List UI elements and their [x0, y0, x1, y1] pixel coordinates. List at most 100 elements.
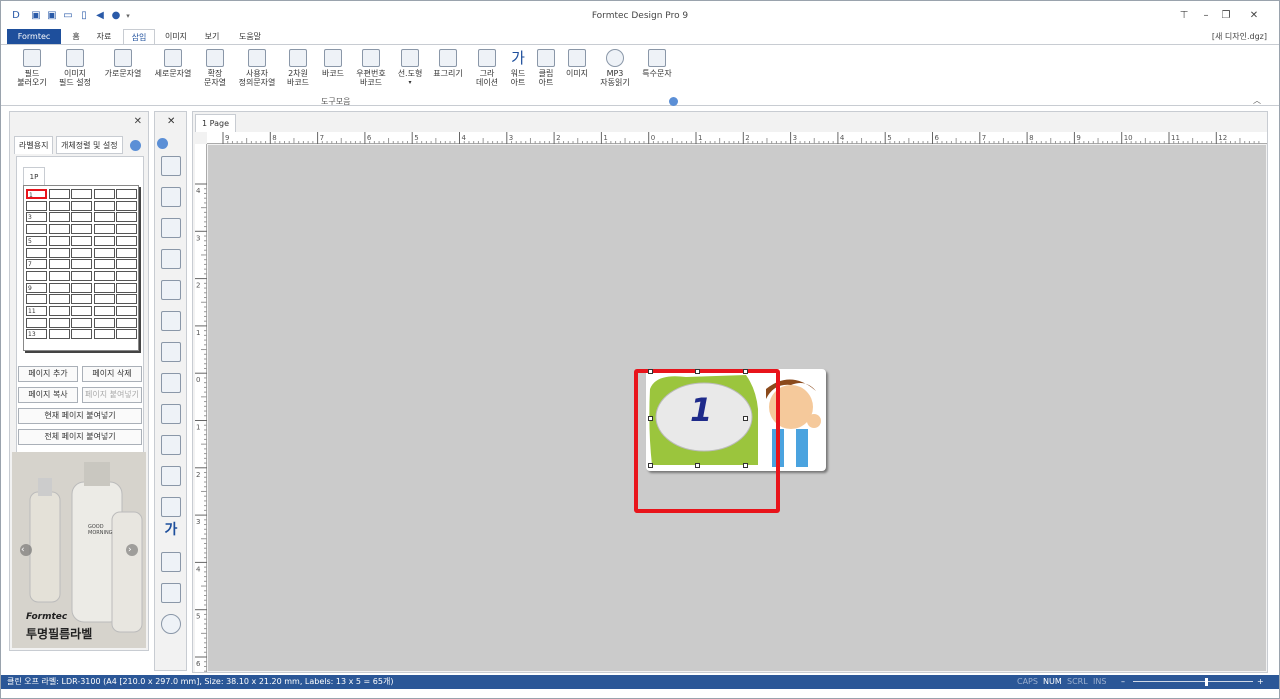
- label-cell[interactable]: [71, 306, 92, 316]
- tool-barcode-icon[interactable]: [161, 373, 181, 393]
- tool-vertical-text-icon[interactable]: [161, 249, 181, 269]
- label-cell[interactable]: [93, 235, 115, 246]
- gradation-button[interactable]: 그라 데이션: [473, 49, 501, 87]
- tool-extended-text-icon[interactable]: [161, 280, 181, 300]
- tool-table-icon[interactable]: [161, 466, 181, 486]
- label-cell[interactable]: [93, 329, 115, 340]
- mp3-button[interactable]: MP3 자동읽기: [597, 49, 633, 87]
- label-cell[interactable]: [116, 212, 137, 223]
- label-cell[interactable]: [71, 317, 92, 328]
- label-cell[interactable]: [26, 200, 47, 211]
- label-cell[interactable]: [48, 247, 70, 258]
- label-cell[interactable]: [71, 329, 92, 340]
- group-settings-icon[interactable]: [669, 97, 678, 106]
- shape-button[interactable]: 선.도형 ▾: [395, 49, 425, 87]
- label-cell[interactable]: [48, 259, 70, 270]
- label-cell[interactable]: 11: [26, 306, 47, 316]
- label-cell[interactable]: [48, 270, 70, 281]
- zoom-out-icon[interactable]: –: [1121, 675, 1125, 689]
- tool-shape-icon[interactable]: [161, 435, 181, 455]
- image-button[interactable]: 이미지: [563, 49, 591, 78]
- label-cell[interactable]: 13: [26, 329, 47, 340]
- tab-data[interactable]: 자료: [91, 29, 117, 44]
- resize-handle-ne[interactable]: [743, 369, 748, 374]
- restore-icon[interactable]: ❐: [1219, 10, 1233, 21]
- toolbox-close-icon[interactable]: ✕: [167, 116, 175, 127]
- label-cell[interactable]: [48, 224, 70, 235]
- label-cell[interactable]: [93, 317, 115, 328]
- label-cell[interactable]: 5: [26, 235, 47, 246]
- tool-custom-text-icon[interactable]: [161, 311, 181, 331]
- image-field-button[interactable]: 이미지 필드 설정: [55, 49, 95, 87]
- tab-view[interactable]: 보기: [199, 29, 225, 44]
- delete-page-button[interactable]: 페이지 삭제: [82, 366, 142, 382]
- panel-close-icon[interactable]: ✕: [134, 116, 142, 127]
- label-cell[interactable]: [116, 235, 137, 246]
- label-cell[interactable]: [48, 212, 70, 223]
- label-cell[interactable]: [116, 247, 137, 258]
- promo-banner[interactable]: ‹ › GOOD MORNING Formtec 투명필름라벨: [12, 452, 146, 648]
- resize-handle-nw[interactable]: [648, 369, 653, 374]
- label-cell[interactable]: [71, 247, 92, 258]
- label-cell-selected[interactable]: 1: [26, 189, 47, 199]
- resize-handle-e[interactable]: [743, 416, 748, 421]
- tab-image[interactable]: 이미지: [159, 29, 193, 44]
- canvas[interactable]: 1: [208, 145, 1266, 671]
- tool-field-load-icon[interactable]: [161, 156, 181, 176]
- pin-icon[interactable]: ⊤: [1177, 10, 1191, 21]
- label-cell[interactable]: [71, 282, 92, 293]
- close-icon[interactable]: ✕: [1247, 10, 1261, 21]
- horizontal-text-button[interactable]: 가로문자열: [101, 49, 145, 78]
- label-cell[interactable]: [93, 306, 115, 316]
- tab-label-paper[interactable]: 라벨용지: [14, 136, 54, 154]
- label-cell[interactable]: [71, 189, 92, 199]
- collapse-ribbon-icon[interactable]: ︿: [1253, 95, 1261, 106]
- label-cell[interactable]: [26, 294, 47, 305]
- label-cell[interactable]: [26, 317, 47, 328]
- resize-handle-sw[interactable]: [648, 463, 653, 468]
- label-cell[interactable]: [116, 282, 137, 293]
- label-cell[interactable]: [93, 212, 115, 223]
- label-cell[interactable]: [48, 329, 70, 340]
- page-tab[interactable]: 1 Page: [195, 114, 236, 132]
- paste-all-pages-button[interactable]: 전체 페이지 붙여넣기: [18, 429, 142, 445]
- label-cell[interactable]: [116, 270, 137, 281]
- label-cell[interactable]: [71, 270, 92, 281]
- label-cell[interactable]: [71, 235, 92, 246]
- copy-page-button[interactable]: 페이지 복사: [18, 387, 78, 403]
- wordart-button[interactable]: 가 워드 아트: [505, 49, 531, 87]
- prev-slide-icon[interactable]: ‹: [21, 545, 25, 555]
- tool-gradation-icon[interactable]: [161, 497, 181, 517]
- label-cell[interactable]: [71, 224, 92, 235]
- label-cell[interactable]: [48, 189, 70, 199]
- postal-barcode-button[interactable]: 우편번호 바코드: [351, 49, 391, 87]
- tool-postal-barcode-icon[interactable]: [161, 404, 181, 424]
- label-cell[interactable]: [93, 247, 115, 258]
- special-char-button[interactable]: 특수문자: [639, 49, 675, 78]
- paste-current-page-button[interactable]: 현재 페이지 붙여넣기: [18, 408, 142, 424]
- qr-barcode-button[interactable]: 2차원 바코드: [283, 49, 313, 87]
- zoom-slider[interactable]: [1133, 681, 1253, 682]
- table-button[interactable]: 표그리기: [431, 49, 465, 78]
- label-cell[interactable]: [116, 317, 137, 328]
- toolbox-options-icon[interactable]: [157, 138, 168, 149]
- label-cell[interactable]: [116, 189, 137, 199]
- label-cell[interactable]: [93, 200, 115, 211]
- tab-object-align[interactable]: 개체정렬 및 설정: [56, 136, 123, 154]
- label-sheet-preview[interactable]: 1 3 5 7 9 11 13: [23, 185, 139, 351]
- label-cell[interactable]: [93, 259, 115, 270]
- vertical-text-button[interactable]: 세로문자열: [151, 49, 195, 78]
- label-cell[interactable]: [48, 294, 70, 305]
- tool-image-icon[interactable]: [161, 583, 181, 603]
- tab-help[interactable]: 도움말: [233, 29, 267, 44]
- label-cell[interactable]: [71, 212, 92, 223]
- tool-horizontal-text-icon[interactable]: [161, 218, 181, 238]
- tool-qr-code-icon[interactable]: [161, 342, 181, 362]
- tab-insert[interactable]: 삽입: [123, 29, 155, 44]
- label-cell[interactable]: [93, 282, 115, 293]
- label-cell[interactable]: [71, 294, 92, 305]
- label-cell[interactable]: [93, 224, 115, 235]
- selection-frame[interactable]: [634, 369, 780, 513]
- label-cell[interactable]: [48, 306, 70, 316]
- tool-cd-icon[interactable]: [161, 614, 181, 634]
